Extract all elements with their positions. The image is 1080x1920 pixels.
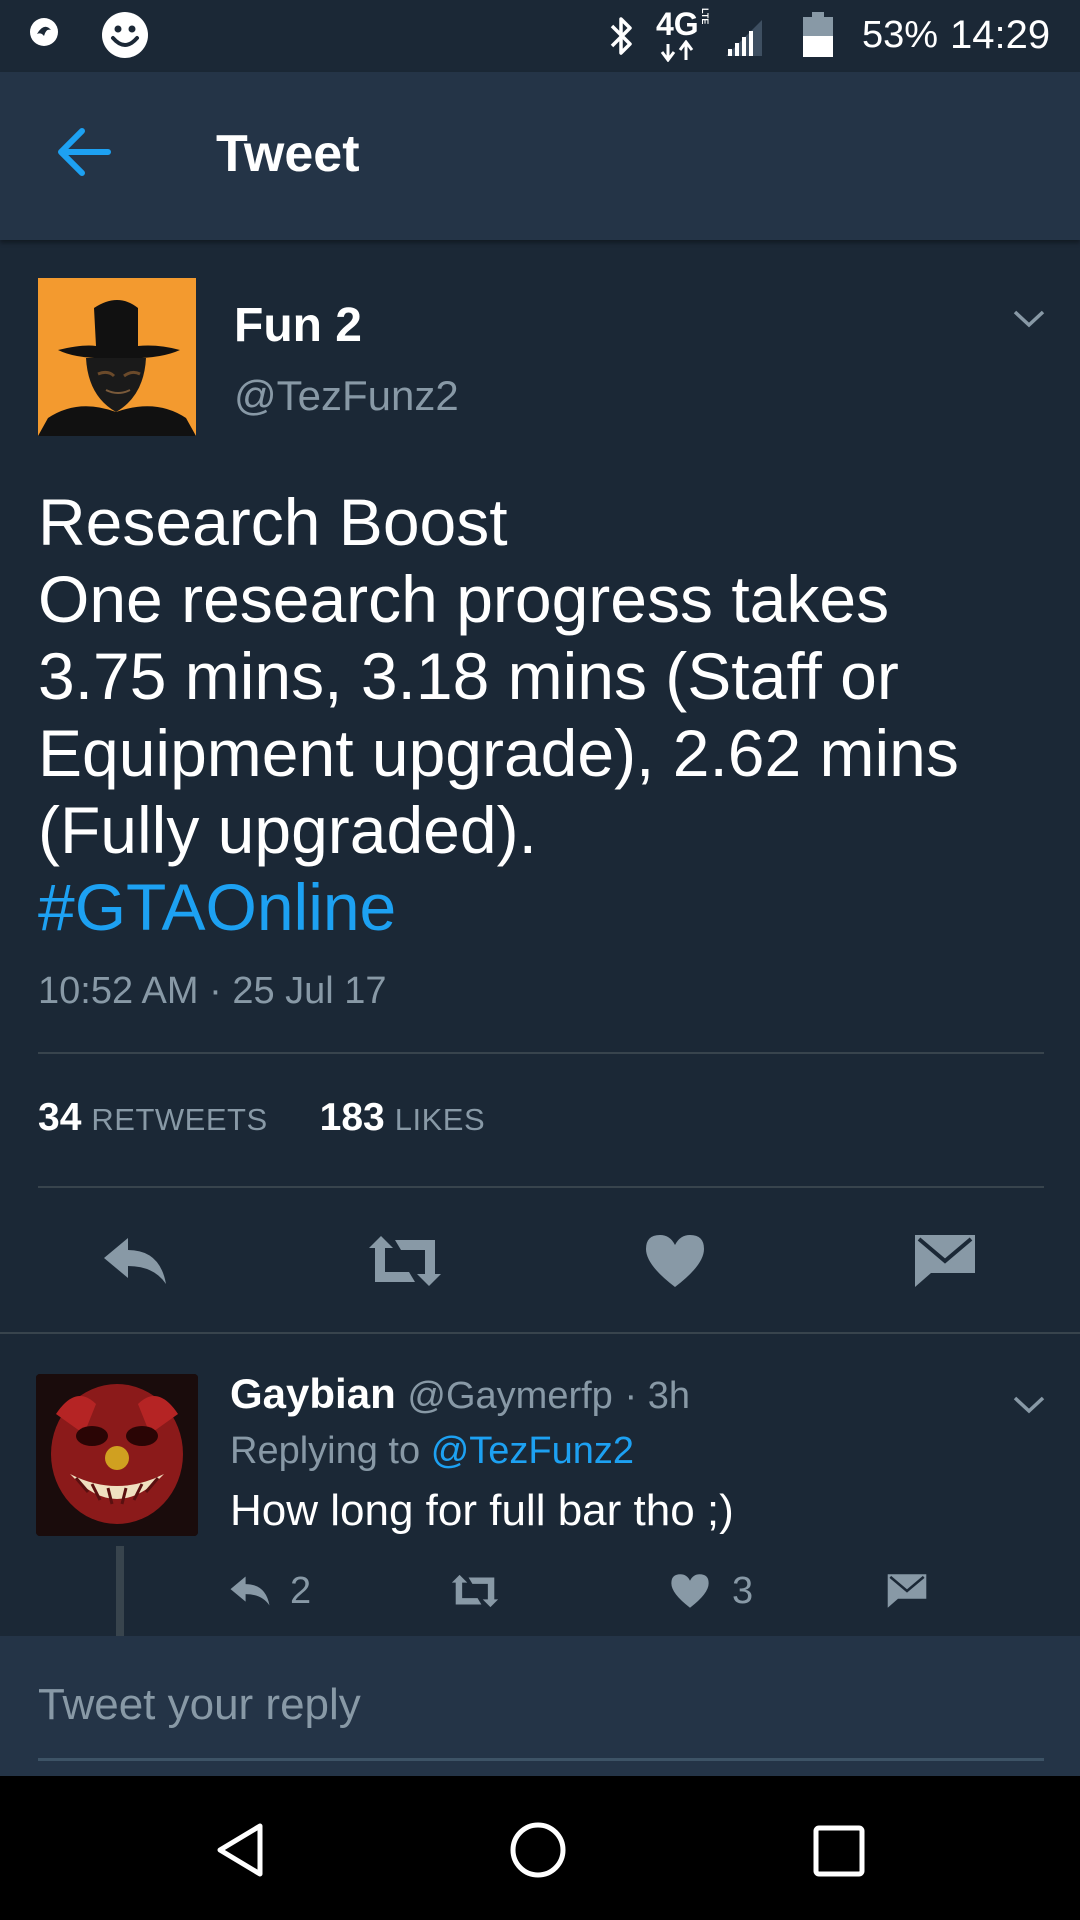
reply-retweet-button[interactable]: [448, 1566, 502, 1616]
tweet-options-chevron-icon[interactable]: [1012, 308, 1046, 330]
page-title: Tweet: [216, 125, 360, 183]
clown-face-image: [36, 1374, 198, 1536]
reply-header: Gaybian @Gaymerfp · 3h: [230, 1370, 690, 1418]
reply-reply-button[interactable]: 2: [228, 1566, 311, 1616]
reply-reply-count: 2: [290, 1569, 312, 1612]
tweet-line: 3.75 mins, 3.18 mins (Staff or: [38, 639, 899, 713]
retweet-icon: [451, 1574, 499, 1608]
replying-to-prefix: Replying to: [230, 1430, 421, 1472]
replying-to-line: Replying to @TezFunz2: [230, 1430, 634, 1473]
navigation-bar: [0, 1776, 1080, 1920]
reply-input[interactable]: Tweet your reply: [38, 1680, 361, 1730]
back-arrow-icon[interactable]: [56, 126, 112, 178]
reply-icon: [104, 1238, 166, 1284]
reply-options-chevron-icon[interactable]: [1012, 1394, 1046, 1416]
reply-author-handle[interactable]: @Gaymerfp: [407, 1375, 612, 1417]
author-name[interactable]: Fun 2: [234, 298, 362, 353]
tweet-line: Equipment upgrade), 2.62 mins: [38, 716, 959, 790]
network-indicator: 4G LTE: [656, 6, 716, 64]
divider: [38, 1186, 1044, 1188]
nav-home-icon[interactable]: [508, 1820, 568, 1880]
battery-icon: [803, 12, 833, 57]
like-button[interactable]: [620, 1228, 730, 1294]
bluetooth-icon: [610, 17, 632, 55]
reply-dm-button[interactable]: [886, 1566, 928, 1616]
direct-message-button[interactable]: [890, 1228, 1000, 1294]
like-label: LIKES: [394, 1102, 486, 1137]
reply-like-button[interactable]: 3: [670, 1566, 753, 1616]
envelope-icon: [887, 1574, 927, 1608]
nav-recents-icon[interactable]: [812, 1824, 866, 1878]
data-arrows-icon: [660, 40, 694, 62]
clock: 14:29: [950, 13, 1051, 57]
app-notification-icon: [30, 18, 58, 46]
reply-tweet[interactable]: Gaybian @Gaymerfp · 3h Replying to @TezF…: [0, 1332, 1080, 1636]
retweet-button[interactable]: [350, 1228, 460, 1294]
reply-icon: [230, 1576, 270, 1606]
reply-button[interactable]: [80, 1228, 190, 1294]
reply-compose-bar: Tweet your reply: [0, 1636, 1080, 1776]
tweet-text: Research Boost One research progress tak…: [38, 484, 1038, 946]
reply-text: How long for full bar tho ;): [230, 1486, 734, 1535]
tweet-timestamp: 10:52 AM · 25 Jul 17: [38, 970, 387, 1012]
tweet-line: One research progress takes: [38, 562, 890, 636]
reply-author-name[interactable]: Gaybian: [230, 1370, 396, 1417]
network-type: 4G: [656, 6, 699, 42]
network-subtype: LTE: [700, 8, 710, 25]
heart-icon: [671, 1574, 709, 1608]
heart-icon: [646, 1235, 704, 1287]
retweet-icon: [369, 1236, 441, 1286]
reply-author-avatar[interactable]: [36, 1374, 198, 1536]
nav-back-icon[interactable]: [212, 1820, 268, 1880]
tweet-stats: 34 RETWEETS 183 LIKES: [38, 1096, 485, 1140]
retweets-stat[interactable]: 34 RETWEETS: [38, 1096, 268, 1139]
author-handle[interactable]: @TezFunz2: [234, 372, 459, 420]
divider: [38, 1052, 1044, 1054]
thread-line: [116, 1546, 124, 1636]
hashtag-link[interactable]: #GTAOnline: [38, 869, 1038, 946]
smiley-icon: [102, 12, 148, 58]
likes-stat[interactable]: 183 LIKES: [319, 1096, 486, 1139]
status-bar: 4G LTE 53% 14:29: [0, 0, 1080, 72]
reply-like-count: 3: [732, 1569, 754, 1612]
app-bar: Tweet: [0, 72, 1080, 240]
battery-percent: 53%: [862, 14, 939, 56]
like-count: 183: [319, 1096, 385, 1139]
reply-age: · 3h: [624, 1375, 690, 1417]
author-avatar[interactable]: [38, 278, 196, 436]
retweet-count: 34: [38, 1096, 82, 1139]
cowboy-portrait-image: [38, 278, 196, 436]
retweet-label: RETWEETS: [91, 1102, 268, 1137]
signal-icon: [726, 20, 762, 56]
tweet-line: Research Boost: [38, 485, 508, 559]
input-underline: [38, 1758, 1044, 1761]
tweet-line: (Fully upgraded).: [38, 793, 537, 867]
envelope-icon: [915, 1235, 975, 1287]
replying-to-handle[interactable]: @TezFunz2: [431, 1430, 634, 1472]
